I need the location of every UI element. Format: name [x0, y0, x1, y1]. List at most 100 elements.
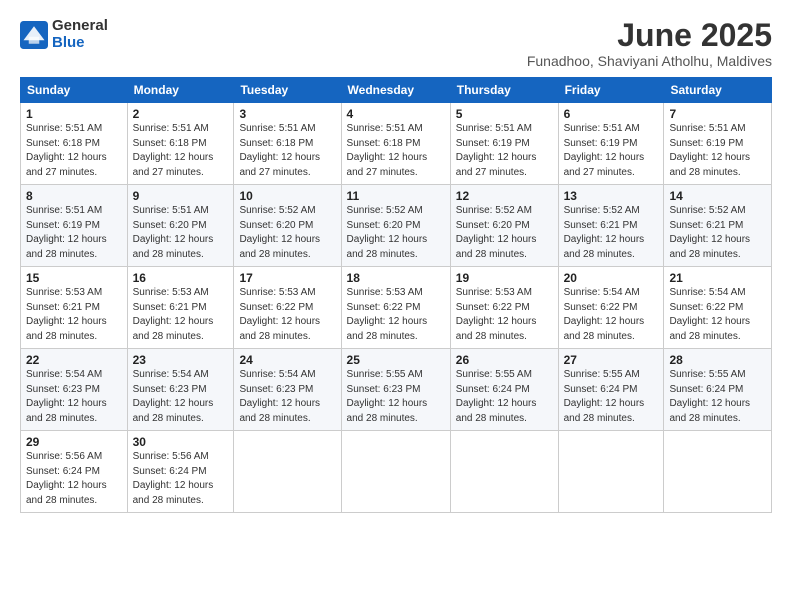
week-row-4: 22Sunrise: 5:54 AMSunset: 6:23 PMDayligh… — [21, 349, 772, 431]
table-cell: 9Sunrise: 5:51 AMSunset: 6:20 PMDaylight… — [127, 185, 234, 267]
week-row-3: 15Sunrise: 5:53 AMSunset: 6:21 PMDayligh… — [21, 267, 772, 349]
day-number: 14 — [669, 189, 766, 203]
day-number: 12 — [456, 189, 553, 203]
table-cell: 26Sunrise: 5:55 AMSunset: 6:24 PMDayligh… — [450, 349, 558, 431]
day-info: Sunrise: 5:53 AMSunset: 6:21 PMDaylight:… — [26, 286, 122, 344]
table-cell — [558, 431, 664, 513]
day-number: 24 — [239, 353, 335, 367]
week-row-5: 29Sunrise: 5:56 AMSunset: 6:24 PMDayligh… — [21, 431, 772, 513]
day-number: 17 — [239, 271, 335, 285]
table-cell — [234, 431, 341, 513]
day-info: Sunrise: 5:55 AMSunset: 6:24 PMDaylight:… — [564, 368, 659, 426]
table-cell: 10Sunrise: 5:52 AMSunset: 6:20 PMDayligh… — [234, 185, 341, 267]
main-title: June 2025 — [527, 18, 772, 53]
header-row-days: Sunday Monday Tuesday Wednesday Thursday… — [21, 78, 772, 103]
day-number: 23 — [133, 353, 229, 367]
table-cell: 30Sunrise: 5:56 AMSunset: 6:24 PMDayligh… — [127, 431, 234, 513]
table-cell: 7Sunrise: 5:51 AMSunset: 6:19 PMDaylight… — [664, 103, 772, 185]
table-cell — [341, 431, 450, 513]
day-info: Sunrise: 5:53 AMSunset: 6:22 PMDaylight:… — [239, 286, 335, 344]
day-number: 30 — [133, 435, 229, 449]
day-info: Sunrise: 5:54 AMSunset: 6:23 PMDaylight:… — [239, 368, 335, 426]
subtitle: Funadhoo, Shaviyani Atholhu, Maldives — [527, 53, 772, 69]
calendar-table: Sunday Monday Tuesday Wednesday Thursday… — [20, 77, 772, 513]
table-cell: 3Sunrise: 5:51 AMSunset: 6:18 PMDaylight… — [234, 103, 341, 185]
table-cell: 1Sunrise: 5:51 AMSunset: 6:18 PMDaylight… — [21, 103, 128, 185]
day-number: 2 — [133, 107, 229, 121]
title-block: June 2025 Funadhoo, Shaviyani Atholhu, M… — [527, 18, 772, 69]
logo-icon — [20, 21, 48, 49]
day-info: Sunrise: 5:51 AMSunset: 6:19 PMDaylight:… — [456, 122, 553, 180]
day-number: 10 — [239, 189, 335, 203]
day-info: Sunrise: 5:51 AMSunset: 6:19 PMDaylight:… — [26, 204, 122, 262]
table-cell: 5Sunrise: 5:51 AMSunset: 6:19 PMDaylight… — [450, 103, 558, 185]
day-number: 29 — [26, 435, 122, 449]
table-cell: 6Sunrise: 5:51 AMSunset: 6:19 PMDaylight… — [558, 103, 664, 185]
day-info: Sunrise: 5:51 AMSunset: 6:19 PMDaylight:… — [669, 122, 766, 180]
day-info: Sunrise: 5:53 AMSunset: 6:22 PMDaylight:… — [347, 286, 445, 344]
day-number: 22 — [26, 353, 122, 367]
day-info: Sunrise: 5:51 AMSunset: 6:18 PMDaylight:… — [26, 122, 122, 180]
table-cell: 28Sunrise: 5:55 AMSunset: 6:24 PMDayligh… — [664, 349, 772, 431]
table-cell: 15Sunrise: 5:53 AMSunset: 6:21 PMDayligh… — [21, 267, 128, 349]
header-tuesday: Tuesday — [234, 78, 341, 103]
table-cell: 12Sunrise: 5:52 AMSunset: 6:20 PMDayligh… — [450, 185, 558, 267]
table-cell: 24Sunrise: 5:54 AMSunset: 6:23 PMDayligh… — [234, 349, 341, 431]
table-cell: 8Sunrise: 5:51 AMSunset: 6:19 PMDaylight… — [21, 185, 128, 267]
table-cell: 11Sunrise: 5:52 AMSunset: 6:20 PMDayligh… — [341, 185, 450, 267]
table-cell: 17Sunrise: 5:53 AMSunset: 6:22 PMDayligh… — [234, 267, 341, 349]
day-number: 9 — [133, 189, 229, 203]
header-row: General Blue June 2025 Funadhoo, Shaviya… — [20, 18, 772, 69]
table-cell: 23Sunrise: 5:54 AMSunset: 6:23 PMDayligh… — [127, 349, 234, 431]
logo-general: General — [52, 18, 108, 35]
table-cell: 16Sunrise: 5:53 AMSunset: 6:21 PMDayligh… — [127, 267, 234, 349]
day-number: 8 — [26, 189, 122, 203]
table-cell: 27Sunrise: 5:55 AMSunset: 6:24 PMDayligh… — [558, 349, 664, 431]
day-number: 18 — [347, 271, 445, 285]
header-monday: Monday — [127, 78, 234, 103]
table-cell: 13Sunrise: 5:52 AMSunset: 6:21 PMDayligh… — [558, 185, 664, 267]
table-cell: 18Sunrise: 5:53 AMSunset: 6:22 PMDayligh… — [341, 267, 450, 349]
day-info: Sunrise: 5:51 AMSunset: 6:18 PMDaylight:… — [133, 122, 229, 180]
day-number: 15 — [26, 271, 122, 285]
day-info: Sunrise: 5:52 AMSunset: 6:21 PMDaylight:… — [669, 204, 766, 262]
table-cell — [450, 431, 558, 513]
day-number: 4 — [347, 107, 445, 121]
table-cell: 2Sunrise: 5:51 AMSunset: 6:18 PMDaylight… — [127, 103, 234, 185]
day-info: Sunrise: 5:52 AMSunset: 6:21 PMDaylight:… — [564, 204, 659, 262]
day-info: Sunrise: 5:53 AMSunset: 6:21 PMDaylight:… — [133, 286, 229, 344]
day-number: 11 — [347, 189, 445, 203]
table-cell: 14Sunrise: 5:52 AMSunset: 6:21 PMDayligh… — [664, 185, 772, 267]
header-thursday: Thursday — [450, 78, 558, 103]
table-cell: 21Sunrise: 5:54 AMSunset: 6:22 PMDayligh… — [664, 267, 772, 349]
day-number: 7 — [669, 107, 766, 121]
day-info: Sunrise: 5:51 AMSunset: 6:18 PMDaylight:… — [347, 122, 445, 180]
week-row-2: 8Sunrise: 5:51 AMSunset: 6:19 PMDaylight… — [21, 185, 772, 267]
table-cell: 20Sunrise: 5:54 AMSunset: 6:22 PMDayligh… — [558, 267, 664, 349]
day-info: Sunrise: 5:53 AMSunset: 6:22 PMDaylight:… — [456, 286, 553, 344]
table-cell: 22Sunrise: 5:54 AMSunset: 6:23 PMDayligh… — [21, 349, 128, 431]
day-info: Sunrise: 5:54 AMSunset: 6:23 PMDaylight:… — [26, 368, 122, 426]
day-info: Sunrise: 5:54 AMSunset: 6:22 PMDaylight:… — [564, 286, 659, 344]
header-friday: Friday — [558, 78, 664, 103]
day-info: Sunrise: 5:55 AMSunset: 6:24 PMDaylight:… — [456, 368, 553, 426]
day-info: Sunrise: 5:54 AMSunset: 6:23 PMDaylight:… — [133, 368, 229, 426]
day-info: Sunrise: 5:51 AMSunset: 6:18 PMDaylight:… — [239, 122, 335, 180]
day-number: 27 — [564, 353, 659, 367]
day-number: 13 — [564, 189, 659, 203]
day-number: 28 — [669, 353, 766, 367]
header-saturday: Saturday — [664, 78, 772, 103]
day-number: 20 — [564, 271, 659, 285]
header-wednesday: Wednesday — [341, 78, 450, 103]
day-info: Sunrise: 5:56 AMSunset: 6:24 PMDaylight:… — [26, 450, 122, 508]
week-row-1: 1Sunrise: 5:51 AMSunset: 6:18 PMDaylight… — [21, 103, 772, 185]
day-number: 19 — [456, 271, 553, 285]
day-number: 1 — [26, 107, 122, 121]
day-info: Sunrise: 5:55 AMSunset: 6:23 PMDaylight:… — [347, 368, 445, 426]
day-info: Sunrise: 5:52 AMSunset: 6:20 PMDaylight:… — [456, 204, 553, 262]
calendar-page: General Blue June 2025 Funadhoo, Shaviya… — [0, 0, 792, 612]
day-info: Sunrise: 5:51 AMSunset: 6:19 PMDaylight:… — [564, 122, 659, 180]
day-info: Sunrise: 5:54 AMSunset: 6:22 PMDaylight:… — [669, 286, 766, 344]
day-number: 26 — [456, 353, 553, 367]
day-number: 16 — [133, 271, 229, 285]
